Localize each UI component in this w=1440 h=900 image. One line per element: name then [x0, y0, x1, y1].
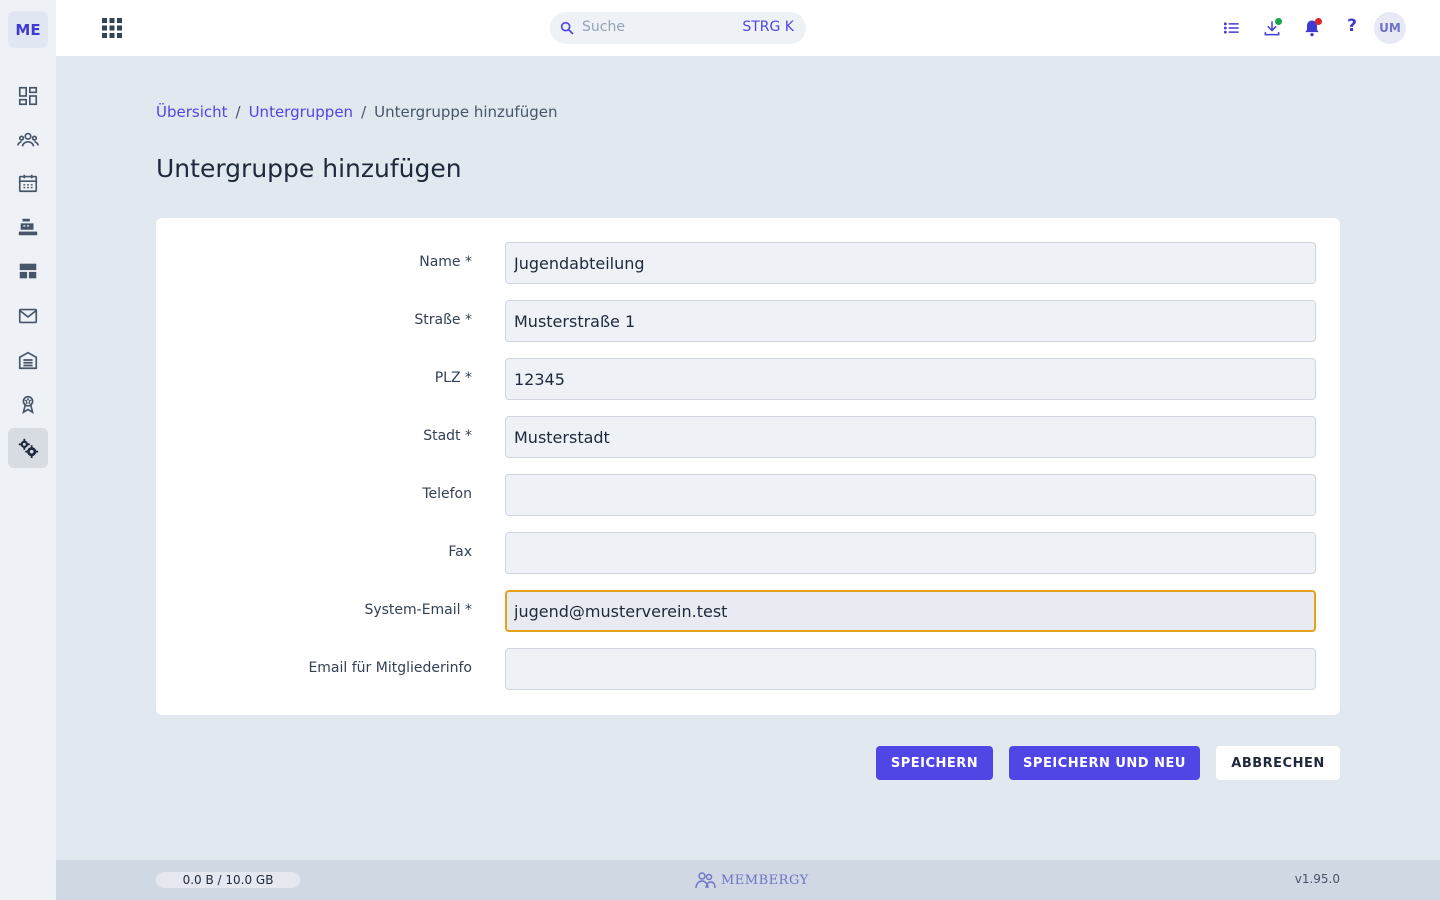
mail-icon [18, 308, 38, 324]
download-status-dot [1275, 18, 1282, 25]
form-row-fax: Fax [156, 532, 1340, 574]
system-email-input[interactable] [505, 590, 1316, 632]
street-input[interactable] [505, 300, 1316, 342]
breadcrumb-overview[interactable]: Übersicht [156, 103, 228, 121]
search-box[interactable]: Suche STRG K [550, 12, 806, 44]
breadcrumb: Übersicht / Untergruppen / Untergruppe hinzu… [156, 103, 557, 121]
members-icon [17, 132, 39, 147]
breadcrumb-separator: / [361, 103, 367, 121]
brand-logo: MEMBERGY [693, 869, 809, 891]
form-row-name: Name * [156, 242, 1340, 284]
phone-input[interactable] [505, 474, 1316, 516]
nav-warehouse[interactable] [8, 340, 48, 380]
top-bar: Suche STRG K ? UM [56, 0, 1440, 56]
form-row-city: Stadt * [156, 416, 1340, 458]
form-row-street: Straße * [156, 300, 1340, 342]
nav-mail[interactable] [8, 296, 48, 336]
member-info-email-input[interactable] [505, 648, 1316, 690]
zip-label: PLZ * [434, 370, 472, 386]
apps-grid-icon[interactable] [100, 16, 124, 40]
zip-input[interactable] [505, 358, 1316, 400]
breadcrumb-separator: / [235, 103, 241, 121]
nav-layout[interactable] [8, 251, 48, 291]
dashboard-icon [18, 86, 38, 106]
brand-name: MEMBERGY [721, 872, 809, 888]
app-logo[interactable]: ME [8, 11, 48, 48]
notifications-button[interactable] [1300, 16, 1324, 40]
nav-members[interactable] [8, 120, 48, 160]
search-shortcut: STRG K [742, 19, 794, 35]
list-icon [1223, 22, 1239, 34]
street-label: Straße * [414, 312, 472, 328]
nav-settings[interactable] [8, 428, 48, 468]
phone-label: Telefon [422, 486, 472, 502]
sidebar: ME [0, 0, 56, 900]
subgroup-form: Name * Straße * PLZ * Stadt * Telefon Fa… [156, 218, 1340, 715]
form-row-system-email: System-Email * [156, 590, 1340, 632]
cash-register-icon [18, 218, 38, 236]
warehouse-icon [18, 351, 38, 370]
cancel-button[interactable]: ABBRECHEN [1216, 746, 1340, 780]
name-label: Name * [419, 254, 472, 270]
nav-cash-register[interactable] [8, 207, 48, 247]
nav-dashboard[interactable] [8, 76, 48, 116]
breadcrumb-subgroups[interactable]: Untergruppen [249, 103, 353, 121]
storage-usage: 0.0 B / 10.0 GB [156, 872, 300, 888]
member-info-email-label: Email für Mitgliederinfo [308, 660, 472, 676]
notification-dot [1315, 18, 1322, 25]
calendar-icon [18, 174, 38, 193]
city-input[interactable] [505, 416, 1316, 458]
search-placeholder: Suche [582, 19, 625, 35]
award-icon [22, 395, 34, 414]
breadcrumb-current: Untergruppe hinzufügen [374, 103, 558, 121]
nav-calendar[interactable] [8, 163, 48, 203]
footer: 0.0 B / 10.0 GB MEMBERGY v1.95.0 [56, 860, 1440, 900]
downloads-button[interactable] [1260, 16, 1284, 40]
form-row-member-info-email: Email für Mitgliederinfo [156, 648, 1340, 690]
form-row-phone: Telefon [156, 474, 1340, 516]
membergy-logo-icon [695, 872, 716, 889]
settings-icon [18, 438, 39, 459]
save-button[interactable]: SPEICHERN [876, 746, 993, 780]
fax-input[interactable] [505, 532, 1316, 574]
user-avatar[interactable]: UM [1374, 12, 1406, 44]
system-email-label: System-Email * [364, 602, 472, 618]
form-row-zip: PLZ * [156, 358, 1340, 400]
app-version: v1.95.0 [1294, 872, 1340, 886]
search-icon [560, 21, 574, 35]
city-label: Stadt * [423, 428, 472, 444]
page-title: Untergruppe hinzufügen [156, 154, 462, 183]
help-button[interactable]: ? [1342, 16, 1362, 40]
layout-icon [19, 263, 37, 279]
name-input[interactable] [505, 242, 1316, 284]
task-list-button[interactable] [1220, 16, 1244, 40]
save-and-new-button[interactable]: SPEICHERN UND NEU [1009, 746, 1200, 780]
fax-label: Fax [448, 544, 472, 560]
nav-award[interactable] [8, 384, 48, 424]
